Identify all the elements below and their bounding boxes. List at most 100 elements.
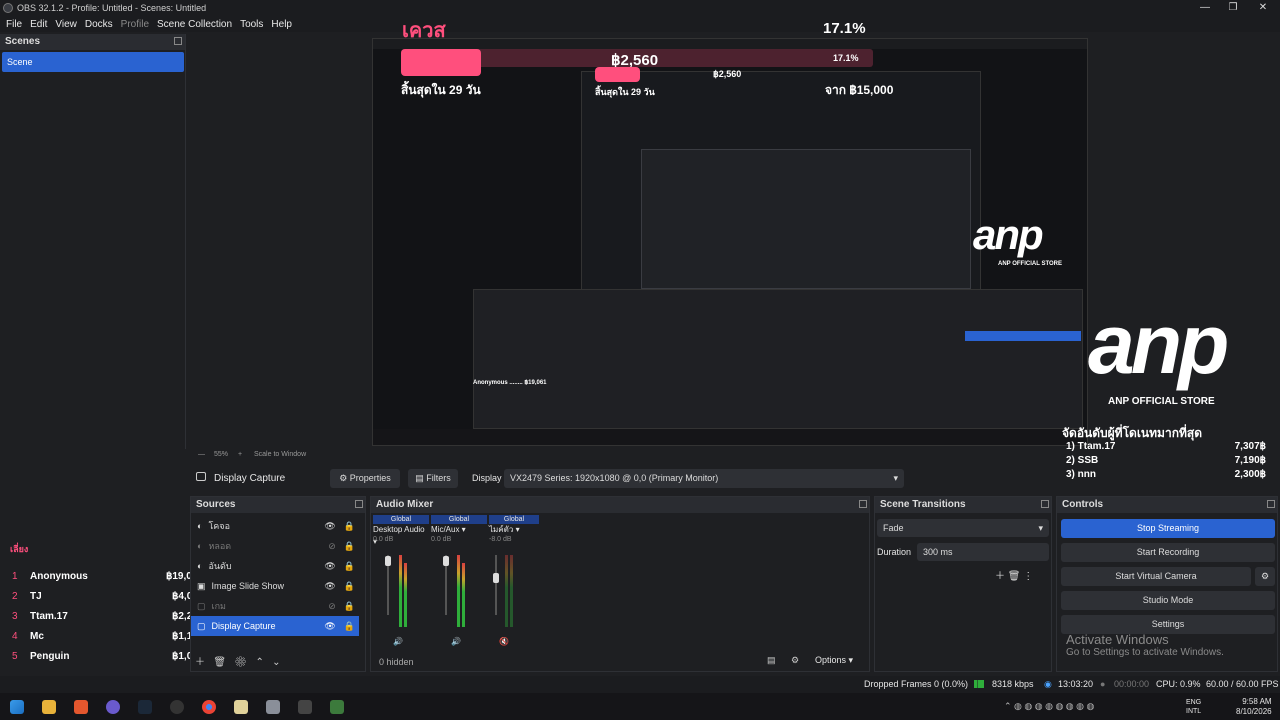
ranking-list: 1) Ttam.17 7,307฿ 2) SSB 7,190฿ 3) nnn 2,30… [1066, 441, 1266, 483]
audio-channel: Global ไมค์ตัว ▾ -8.0 dB 🔇 [489, 515, 539, 646]
source-item-selected[interactable]: ▢ Display Capture 👁 🔒 [191, 616, 359, 636]
quest-bar-inner [595, 67, 640, 82]
channel-name[interactable]: ไมค์ตัว ▾ [489, 524, 539, 536]
source-item[interactable]: ◐ โคจอ 👁 🔒 [191, 516, 359, 536]
menu-help[interactable]: Help [267, 19, 296, 30]
channel-name[interactable]: Desktop Audio ▾ [373, 524, 429, 546]
zoom-in-button[interactable]: + [238, 451, 242, 458]
dock-float-icon[interactable] [1041, 500, 1049, 508]
store-name: ANP OFFICIAL STORE [1108, 396, 1215, 407]
duration-label: Duration [877, 547, 912, 557]
steam-icon[interactable] [138, 699, 152, 714]
source-item[interactable]: ▢ เกม ⊘ 🔒 [191, 596, 359, 616]
move-down-icon[interactable]: ⌄ [272, 657, 280, 668]
filters-button[interactable]: ▤ Filters [408, 469, 458, 488]
minimize-button[interactable]: — [1190, 0, 1220, 16]
store-name-small: ANP OFFICIAL STORE [998, 261, 1063, 267]
start-virtual-camera-button[interactable]: Start Virtual Camera [1061, 567, 1251, 586]
close-button[interactable]: ✕ [1248, 0, 1278, 16]
display-label: Display [472, 473, 502, 483]
brave-icon[interactable] [74, 699, 88, 714]
stop-streaming-button[interactable]: Stop Streaming [1061, 519, 1275, 538]
stream-icon: ◉ [1044, 679, 1052, 689]
start-recording-button[interactable]: Start Recording [1061, 543, 1275, 562]
scene-transitions-dock: Scene Transitions Fade ▾ Duration 300 ms … [874, 496, 1052, 672]
nested-stop-streaming [965, 331, 1081, 341]
ranking-row: 2) SSB 7,190฿ [1066, 455, 1266, 466]
properties-button[interactable]: ⚙ Properties [330, 469, 400, 488]
dock-float-icon[interactable] [174, 37, 182, 45]
speaker-icon[interactable]: 🔊 [393, 637, 403, 646]
menu-edit[interactable]: Edit [26, 19, 51, 30]
volume-slider[interactable] [443, 556, 449, 566]
window-title: OBS 32.1.2 - Profile: Untitled - Scenes:… [17, 3, 207, 13]
taskbar: ⌃ ◍ ◍ ◍ ◍ ◍ ◍ ◍ ◍ ENG INTL 9:58 AM 8/10/20… [0, 693, 1280, 720]
source-item[interactable]: ◐ อันดับ 👁 🔒 [191, 556, 359, 576]
volume-slider[interactable] [385, 556, 391, 566]
start-icon[interactable] [10, 699, 24, 714]
quest-bar-left [401, 49, 481, 76]
mixer-options-button[interactable]: Options ▾ [815, 655, 853, 666]
source-item[interactable]: ▣ Image Slide Show 👁 🔒 [191, 576, 359, 596]
chrome-icon[interactable] [202, 699, 216, 714]
scenes-header: Scenes [0, 34, 185, 50]
clock[interactable]: 9:58 AM 8/10/2026 [1236, 697, 1272, 717]
dock-float-icon[interactable] [1267, 500, 1275, 508]
menu-bar: File Edit View Docks Profile Scene Colle… [0, 16, 1280, 32]
mixer-settings-icon[interactable]: ⚙ [791, 655, 799, 666]
menu-scene-collection[interactable]: Scene Collection [153, 19, 236, 30]
file-explorer-icon[interactable] [42, 699, 56, 714]
remove-source-icon[interactable]: 🗑 [213, 657, 226, 668]
add-transition-icon[interactable]: ＋ 🗑 ⋮ [995, 567, 1033, 582]
add-source-icon[interactable]: ＋ [195, 657, 205, 668]
zoom-level: 55% [214, 451, 229, 458]
app-icon[interactable] [266, 699, 280, 714]
muted-speaker-icon[interactable]: 🔇 [499, 637, 509, 646]
obs-icon[interactable] [170, 699, 184, 714]
dock-float-icon[interactable] [355, 500, 363, 508]
restore-button[interactable]: ❐ [1218, 0, 1248, 16]
app-icon[interactable] [106, 699, 120, 714]
system-tray[interactable]: ⌃ ◍ ◍ ◍ ◍ ◍ ◍ ◍ ◍ [1004, 701, 1114, 711]
display-select[interactable]: VX2479 Series: 1920x1080 @ 0,0 (Primary … [504, 469, 904, 488]
inner2-amount: ฿2,560 [713, 69, 742, 79]
monitor-icon [196, 472, 206, 481]
app-icon[interactable] [234, 699, 248, 714]
preview-canvas[interactable]: ฿2,560 17.1% สิ้นสุดใน 29 วัน ฿2,560 สิ้… [372, 38, 1088, 446]
menu-profile[interactable]: Profile [117, 19, 153, 30]
virtual-camera-settings-icon[interactable]: ⚙ [1255, 567, 1275, 586]
duration-input[interactable]: 300 ms [917, 543, 1049, 561]
zoom-out-button[interactable]: — [198, 451, 205, 458]
scene-item[interactable]: Scene [2, 52, 184, 72]
leaderboard-row: 5 Penguin ฿1,000 [12, 650, 204, 662]
menu-tools[interactable]: Tools [236, 19, 267, 30]
menu-file[interactable]: File [2, 19, 26, 30]
leaderboard: เลี่ยง 1 Anonymous ฿19,061 2 TJ ฿4,000 3 Ttam… [0, 540, 210, 662]
source-settings-icon[interactable]: ⚙ [234, 657, 247, 668]
input-language[interactable]: ENG INTL [1186, 698, 1201, 716]
obs-logo-icon [3, 3, 13, 13]
mixer-layout-icon[interactable]: ▤ [767, 655, 776, 666]
ranking-row: 3) nnn 2,300฿ [1066, 469, 1266, 480]
speaker-icon[interactable]: 🔊 [451, 637, 461, 646]
volume-slider[interactable] [493, 573, 499, 583]
rec-time: 00:00:00 [1114, 679, 1150, 689]
menu-docks[interactable]: Docks [81, 19, 117, 30]
controls-header: Controls [1057, 497, 1277, 513]
transition-select[interactable]: Fade ▾ [877, 519, 1049, 537]
sources-dock: Sources ◐ โคจอ 👁 🔒 ◐ หลอด ⊘ 🔒 ◐ อันดับ 👁 🔒 ▣ Image… [190, 496, 366, 672]
quest-percent: 17.1% [823, 20, 866, 37]
nested-obs-window [641, 149, 971, 289]
source-item[interactable]: ◐ หลอด ⊘ 🔒 [191, 536, 359, 556]
source-toolbar-actions: ＋ 🗑 ⚙ ⌃ ⌄ [195, 653, 281, 668]
app-icon[interactable] [298, 699, 312, 714]
channel-name[interactable]: Mic/Aux ▾ [431, 524, 487, 536]
studio-mode-button[interactable]: Studio Mode [1061, 591, 1275, 610]
menu-view[interactable]: View [51, 19, 81, 30]
move-up-icon[interactable]: ⌃ [255, 657, 263, 668]
app-icon[interactable] [330, 699, 344, 714]
dock-float-icon[interactable] [859, 500, 867, 508]
anp-logo: anp [1088, 297, 1229, 391]
scale-mode[interactable]: Scale to Window [254, 451, 306, 458]
bitrate: 8318 kbps [992, 679, 1034, 689]
